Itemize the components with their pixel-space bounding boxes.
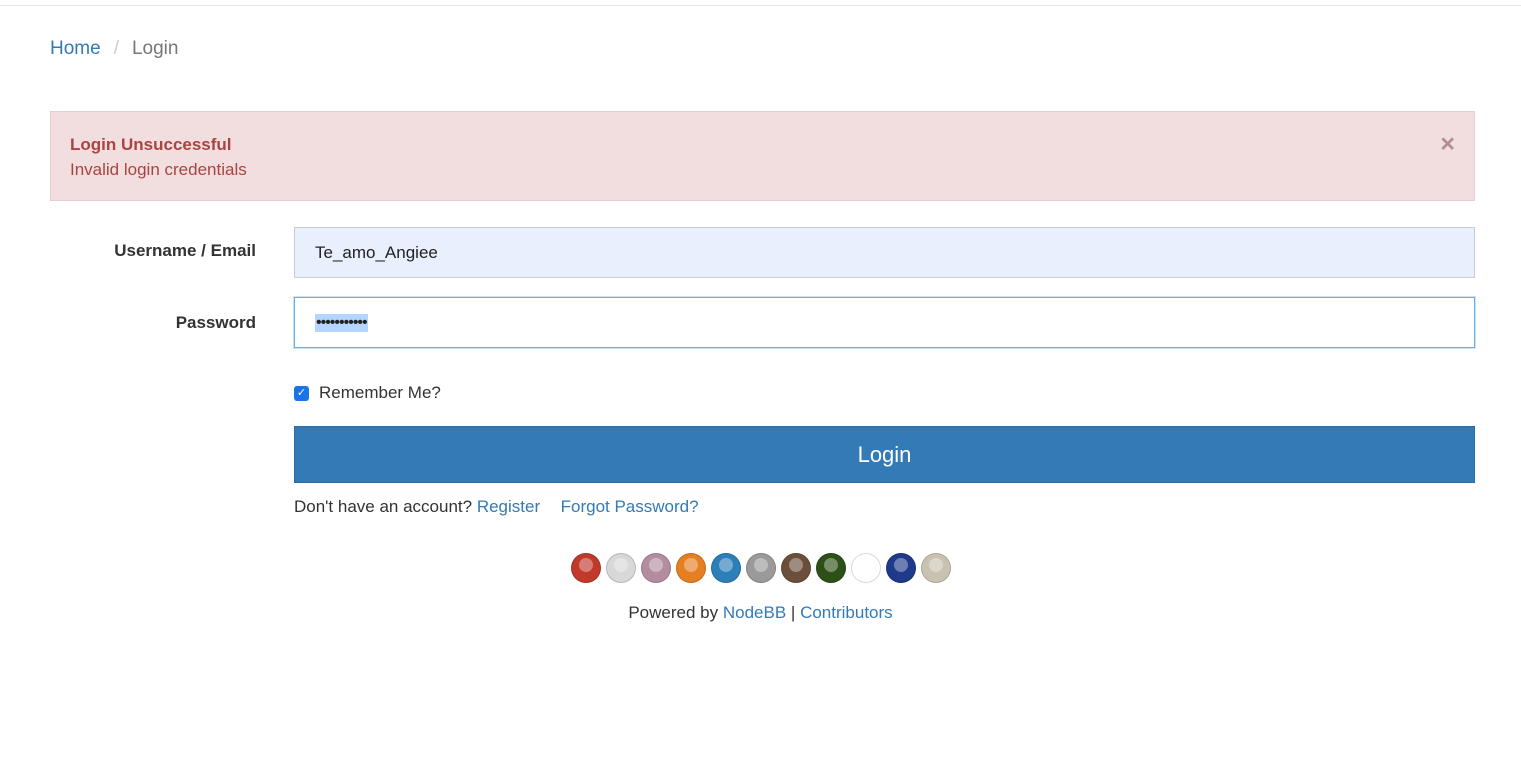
avatar[interactable] bbox=[886, 553, 916, 583]
avatar[interactable] bbox=[746, 553, 776, 583]
login-button[interactable]: Login bbox=[294, 426, 1475, 483]
footer: Powered by NodeBB | Contributors bbox=[0, 603, 1521, 623]
avatar[interactable] bbox=[711, 553, 741, 583]
alert-message: Invalid login credentials bbox=[70, 160, 247, 179]
top-navbar-edge bbox=[0, 0, 1521, 6]
contributor-avatars bbox=[571, 553, 951, 583]
breadcrumb-current: Login bbox=[131, 38, 179, 59]
password-label: Password bbox=[175, 313, 256, 332]
avatar[interactable] bbox=[781, 553, 811, 583]
avatar[interactable] bbox=[921, 553, 951, 583]
close-icon[interactable]: × bbox=[1440, 132, 1455, 157]
footer-separator: | bbox=[790, 603, 796, 622]
login-error-alert: Login Unsuccessful Invalid login credent… bbox=[50, 111, 1475, 201]
avatar[interactable] bbox=[851, 553, 881, 583]
contributors-link[interactable]: Contributors bbox=[800, 603, 893, 622]
remember-me-label[interactable]: Remember Me? bbox=[319, 383, 441, 403]
avatar[interactable] bbox=[571, 553, 601, 583]
avatar[interactable] bbox=[676, 553, 706, 583]
powered-by-text: Powered by bbox=[628, 603, 719, 622]
breadcrumb: Home / Login bbox=[50, 38, 178, 60]
password-value: ••••••••••• bbox=[315, 313, 368, 332]
alert-title: Login Unsuccessful bbox=[70, 135, 232, 154]
avatar[interactable] bbox=[641, 553, 671, 583]
password-input[interactable]: ••••••••••• bbox=[294, 297, 1475, 348]
forgot-password-link[interactable]: Forgot Password? bbox=[561, 497, 699, 516]
username-value: Te_amo_Angiee bbox=[315, 242, 438, 262]
account-links: Don't have an account? Register Forgot P… bbox=[294, 497, 699, 517]
register-link[interactable]: Register bbox=[477, 497, 540, 516]
nodebb-link[interactable]: NodeBB bbox=[723, 603, 786, 622]
avatar[interactable] bbox=[606, 553, 636, 583]
username-label: Username / Email bbox=[114, 241, 256, 260]
breadcrumb-separator: / bbox=[113, 38, 119, 59]
no-account-prompt: Don't have an account? bbox=[294, 497, 473, 516]
username-input[interactable]: Te_amo_Angiee bbox=[294, 227, 1475, 278]
remember-me-row: ✓ Remember Me? bbox=[294, 383, 441, 403]
remember-me-checkbox[interactable]: ✓ bbox=[294, 385, 309, 401]
avatar[interactable] bbox=[816, 553, 846, 583]
breadcrumb-home-link[interactable]: Home bbox=[50, 38, 101, 60]
